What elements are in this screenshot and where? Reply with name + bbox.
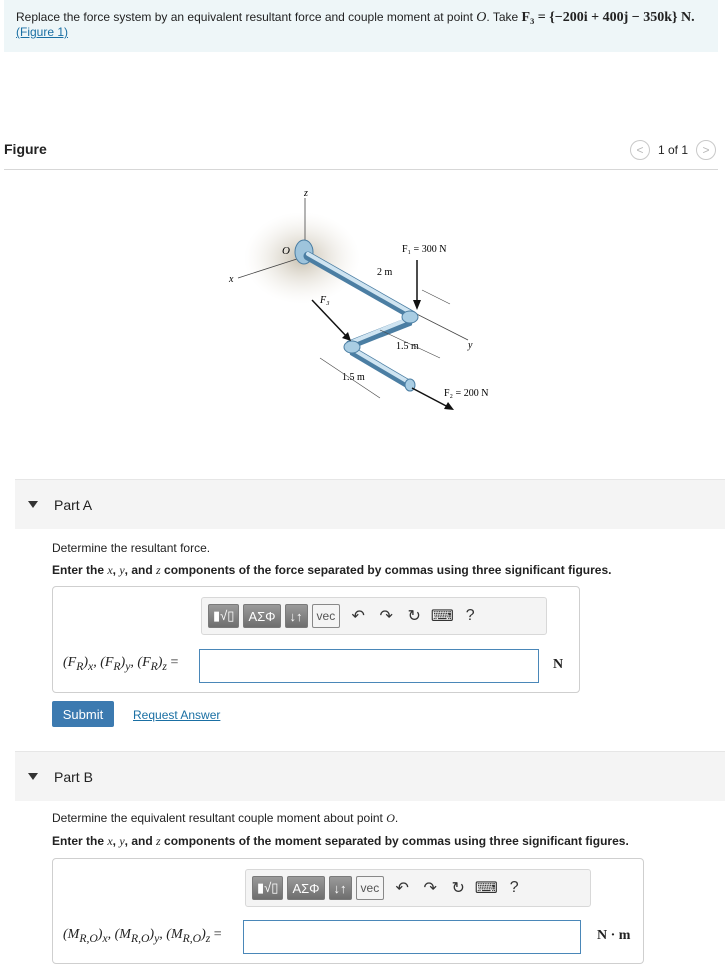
part-b-task: Enter the x, y, and z components of the … — [52, 834, 629, 848]
templates-button[interactable]: ▮√▯ — [252, 876, 284, 900]
collapse-caret-icon — [28, 773, 38, 780]
f2-label: F₂ = 200 N — [444, 388, 488, 399]
figure-header: Figure < 1 of 1 > — [4, 138, 718, 170]
part-b-header[interactable]: Part B — [15, 751, 725, 801]
part-b-answer-input[interactable] — [243, 920, 581, 954]
templates-button[interactable]: ▮√▯ — [208, 604, 240, 628]
f3-expression: F₃ = {−200i + 400j − 350k} N. — [521, 10, 695, 25]
redo-icon[interactable]: ↷ — [372, 604, 400, 628]
keyboard-icon[interactable]: ⌨ — [472, 876, 500, 900]
reset-icon[interactable]: ↻ — [444, 876, 472, 900]
x-axis-label: x — [228, 274, 234, 285]
request-answer-link[interactable]: Request Answer — [133, 708, 220, 722]
dim-1p5m-b: 1.5 m — [342, 372, 365, 383]
part-b-answer-box: ▮√▯ ΑΣΦ ↓↑ vec ↶ ↷ ↻ ⌨ ? (MR,O)x, (MR,O)… — [52, 858, 644, 964]
y-axis-label: y — [467, 340, 473, 351]
point-label: O — [476, 10, 487, 25]
arrows-button[interactable]: ↓↑ — [328, 876, 352, 900]
part-a-task: Enter the x, y, and z components of the … — [52, 563, 612, 577]
redo-icon[interactable]: ↷ — [416, 876, 444, 900]
figure-title: Figure — [4, 141, 47, 157]
vec-button[interactable]: vec — [311, 604, 341, 628]
problem-text: Replace the force system by an equivalen… — [16, 10, 477, 24]
part-a-math-toolbar: ▮√▯ ΑΣΦ ↓↑ vec ↶ ↷ ↻ ⌨ ? — [201, 597, 547, 635]
part-b-title: Part B — [54, 768, 93, 785]
help-button[interactable]: ? — [456, 604, 484, 628]
problem-statement: Replace the force system by an equivalen… — [4, 0, 718, 52]
problem-take: . Take — [486, 10, 522, 24]
greek-button[interactable]: ΑΣΦ — [287, 876, 325, 900]
help-button[interactable]: ? — [500, 876, 528, 900]
figure-count: 1 of 1 — [657, 143, 688, 157]
part-a-header[interactable]: Part A — [15, 479, 725, 529]
figure-pager: < 1 of 1 > — [629, 140, 716, 160]
elbow-1 — [401, 310, 419, 324]
next-figure-button[interactable]: > — [696, 140, 716, 160]
collapse-caret-icon — [28, 501, 38, 508]
keyboard-icon[interactable]: ⌨ — [428, 604, 456, 628]
part-b-eq-label: (MR,O)x, (MR,O)y, (MR,O)z = — [63, 927, 222, 945]
figure-link[interactable]: (Figure 1) — [16, 25, 68, 39]
vec-button[interactable]: vec — [355, 876, 385, 900]
dim-2m: 2 m — [377, 267, 393, 278]
part-a-answer-input[interactable] — [199, 649, 539, 683]
origin-label: O — [282, 245, 290, 257]
elbow-2 — [343, 340, 361, 354]
part-b-instruction: Determine the equivalent resultant coupl… — [52, 811, 399, 825]
part-a-answer-box: ▮√▯ ΑΣΦ ↓↑ vec ↶ ↷ ↻ ⌨ ? (FR)x, (FR)y, (… — [52, 586, 580, 693]
undo-icon[interactable]: ↶ — [344, 604, 372, 628]
prev-figure-button[interactable]: < — [629, 140, 650, 160]
greek-button[interactable]: ΑΣΦ — [243, 604, 281, 628]
part-a-unit: N — [553, 657, 564, 672]
f1-label: F₁ = 300 N — [402, 244, 446, 255]
f3-label: F₃ — [319, 295, 330, 306]
part-b-unit: N · m — [597, 928, 631, 943]
pipe-figure: z x y O F₁ = 300 N F₃ F₂ = 200 N 2 m 1.5… — [228, 188, 488, 410]
arrows-button[interactable]: ↓↑ — [284, 604, 308, 628]
part-b-math-toolbar: ▮√▯ ΑΣΦ ↓↑ vec ↶ ↷ ↻ ⌨ ? — [245, 869, 591, 907]
z-axis-label: z — [303, 188, 308, 199]
reset-icon[interactable]: ↻ — [400, 604, 428, 628]
part-a-instruction: Determine the resultant force. — [52, 541, 211, 555]
part-a-title: Part A — [54, 496, 93, 513]
undo-icon[interactable]: ↶ — [388, 876, 416, 900]
submit-button[interactable]: Submit — [52, 701, 114, 727]
part-a-eq-label: (FR)x, (FR)y, (FR)z = — [63, 655, 179, 673]
